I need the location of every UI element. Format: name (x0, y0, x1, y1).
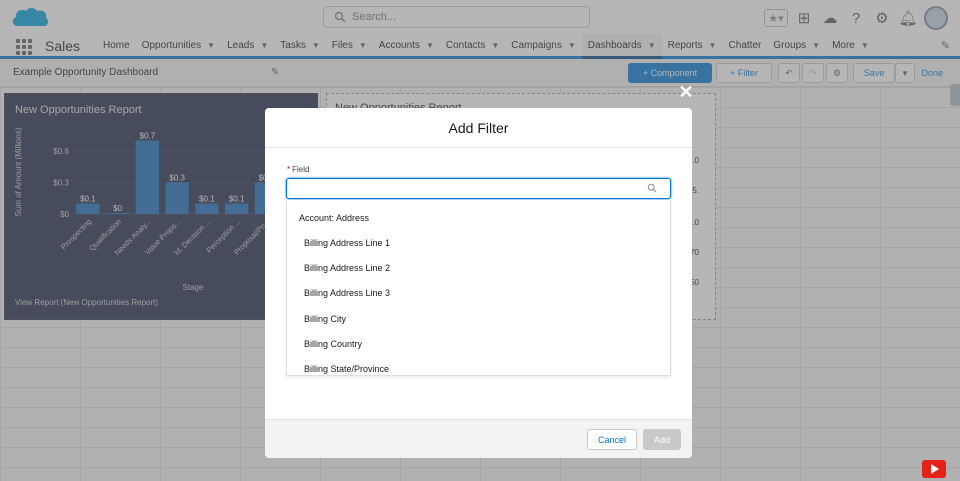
close-icon[interactable]: ✕ (678, 83, 694, 101)
add-filter-modal: Add Filter * Field Account: Address Billi… (265, 108, 692, 458)
option-billing-country[interactable]: Billing Country (304, 339, 362, 349)
field-search-input[interactable] (286, 178, 671, 199)
option-group-label: Account: Address (299, 213, 370, 223)
field-options-listbox[interactable]: Account: Address Billing Address Line 1 … (286, 200, 671, 376)
add-button[interactable]: Add (643, 429, 681, 450)
option-billing-city[interactable]: Billing City (304, 314, 346, 324)
cancel-button[interactable]: Cancel (587, 429, 637, 450)
modal-body: * Field Account: Address Billing Address … (265, 149, 692, 419)
modal-footer: Cancel Add (265, 419, 692, 458)
modal-title: Add Filter (265, 108, 692, 148)
search-icon (647, 183, 657, 193)
field-label: * Field (287, 165, 309, 174)
youtube-icon[interactable] (922, 460, 946, 478)
option-billing-address-line-3[interactable]: Billing Address Line 3 (304, 288, 390, 298)
option-billing-address-line-1[interactable]: Billing Address Line 1 (304, 238, 390, 248)
option-billing-state-province[interactable]: Billing State/Province (304, 364, 389, 374)
field-label-text: Field (292, 165, 310, 174)
option-billing-address-line-2[interactable]: Billing Address Line 2 (304, 263, 390, 273)
required-marker: * (287, 165, 291, 174)
